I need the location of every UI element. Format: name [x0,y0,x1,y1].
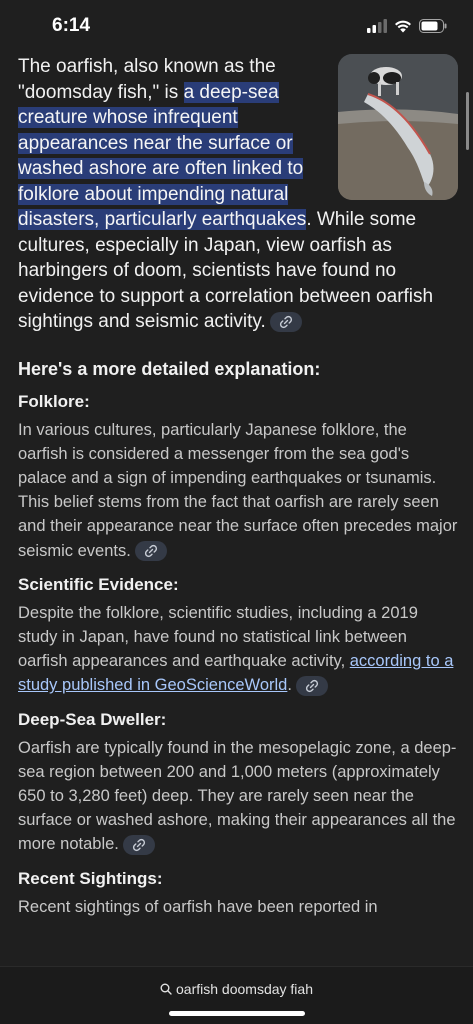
scientific-evidence-paragraph: Despite the folklore, scientific studies… [18,601,458,698]
deep-sea-dweller-text: Oarfish are typically found in the mesop… [18,738,457,854]
folklore-text: In various cultures, particularly Japane… [18,420,458,560]
intro-source-link-button[interactable] [269,311,302,332]
folklore-paragraph: In various cultures, particularly Japane… [18,418,458,563]
status-icons [367,19,447,33]
oarfish-thumbnail[interactable] [338,54,458,200]
wifi-icon [395,20,411,33]
status-bar: 6:14 [0,0,473,52]
explanation-heading: Here's a more detailed explanation: [18,358,321,379]
search-query[interactable]: oarfish doomsday fiah [160,981,313,997]
link-icon [144,545,157,558]
link-icon [132,838,145,852]
search-query-text: oarfish doomsday fiah [176,981,313,997]
scientific-evidence-heading: Scientific Evidence: [18,574,179,594]
link-icon [279,315,292,329]
scrollbar[interactable] [466,92,469,150]
recent-sightings-paragraph: Recent sightings of oarfish have been re… [18,897,378,916]
deepsea-source-link-button[interactable] [122,834,155,855]
deep-sea-dweller-heading: Deep-Sea Dweller: [18,709,167,729]
folklore-heading: Folklore: [18,391,90,411]
bottom-search-bar[interactable]: oarfish doomsday fiah [0,966,473,1024]
home-indicator[interactable] [168,1011,305,1016]
search-icon [160,983,172,995]
status-time: 6:14 [52,15,91,36]
scientific-evidence-period: . [287,676,292,695]
answer-content: The oarfish, also known as the "doomsday… [18,54,458,919]
battery-icon [419,19,447,33]
recent-sightings-heading: Recent Sightings: [18,868,163,888]
link-icon [305,679,318,693]
scientific-source-link-button[interactable] [295,675,328,696]
intro-highlight: a deep-sea creature whose infrequent app… [18,81,307,230]
folklore-source-link-button[interactable] [134,541,167,562]
cellular-icon [367,19,387,33]
deep-sea-dweller-paragraph: Oarfish are typically found in the mesop… [18,736,458,857]
oarfish-image [338,54,458,200]
